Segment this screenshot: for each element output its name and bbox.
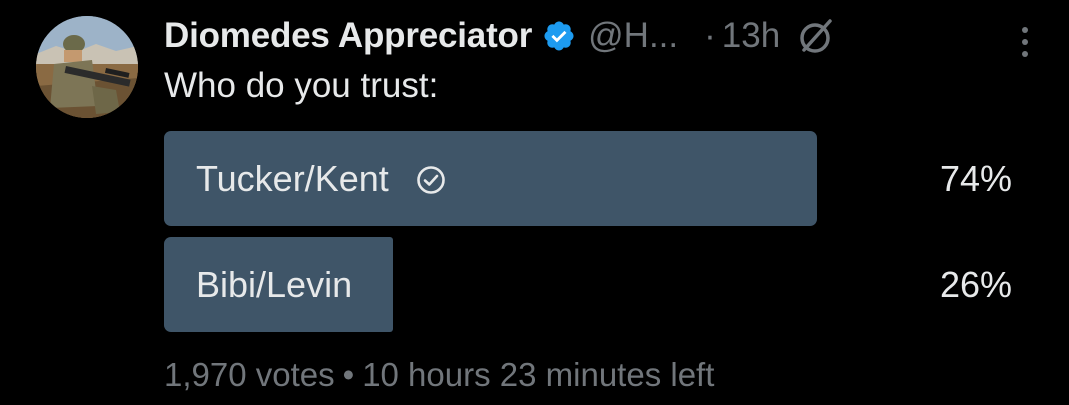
tweet-text: Who do you trust: [164,66,439,105]
check-circle-icon [415,163,447,195]
poll-option-label-row: Tucker/Kent [196,131,447,226]
verified-badge-icon[interactable] [542,19,576,53]
author-handle[interactable]: @H... [588,16,678,56]
poll-option-label: Tucker/Kent [196,157,389,199]
poll-time-left: 10 hours 23 minutes left [362,356,715,393]
poll-footer-separator: • [342,356,355,393]
tweet-header: Diomedes Appreciator @H... · 13h [164,12,1044,60]
grok-icon[interactable] [796,16,836,56]
poll-vote-count: 1,970 votes [164,356,335,393]
author-display-name[interactable]: Diomedes Appreciator [164,16,532,56]
poll-option-label: Bibi/Levin [196,263,353,305]
more-vertical-icon[interactable] [1010,18,1040,58]
poll-option-percent: 26% [939,263,1012,305]
poll-option[interactable]: Tucker/Kent 74% [164,131,1012,226]
poll-option-label-row: Bibi/Levin [196,237,352,332]
timestamp[interactable]: 13h [722,16,780,56]
poll-option[interactable]: Bibi/Levin 26% [164,237,1012,332]
poll-option-percent: 74% [939,157,1012,199]
time-separator: · [704,16,716,55]
avatar[interactable] [36,16,138,118]
poll-footer: 1,970 votes • 10 hours 23 minutes left [164,356,714,394]
soldier-avatar-image [36,16,138,118]
